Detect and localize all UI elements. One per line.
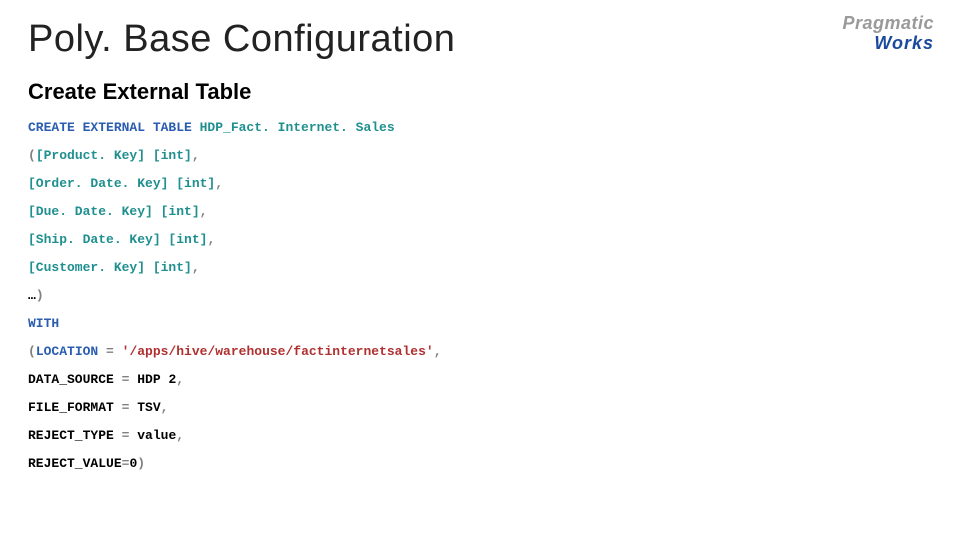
code-line: [Customer. Key] [int], — [28, 261, 932, 274]
sql-keyword: WITH — [28, 316, 59, 331]
code-line: ([Product. Key] [int], — [28, 149, 932, 162]
sql-eq: = — [98, 344, 121, 359]
sql-column: [Customer. Key] [int] — [28, 260, 192, 275]
sql-string: '/apps/hive/warehouse/factinternetsales' — [122, 344, 434, 359]
sql-column: [Order. Date. Key] [int] — [28, 176, 215, 191]
sql-paren: ) — [137, 456, 145, 471]
logo-line1: Pragmatic — [842, 14, 934, 32]
sql-comma: , — [192, 260, 200, 275]
code-line: [Due. Date. Key] [int], — [28, 205, 932, 218]
sql-identifier: HDP_Fact. Internet. Sales — [192, 120, 395, 135]
code-line: REJECT_TYPE = value, — [28, 429, 932, 442]
sql-eq: = — [114, 400, 137, 415]
sql-option: DATA_SOURCE — [28, 372, 114, 387]
brand-logo: Pragmatic Works — [842, 14, 934, 52]
code-block: CREATE EXTERNAL TABLE HDP_Fact. Internet… — [28, 121, 932, 470]
sql-comma: , — [215, 176, 223, 191]
sql-option: REJECT_TYPE — [28, 428, 114, 443]
code-line: (LOCATION = '/apps/hive/warehouse/factin… — [28, 345, 932, 358]
sql-comma: , — [161, 400, 169, 415]
sql-comma: , — [176, 372, 184, 387]
sql-comma: , — [176, 428, 184, 443]
sql-eq: = — [114, 428, 137, 443]
sql-paren: ( — [28, 148, 36, 163]
sql-value: TSV — [137, 400, 160, 415]
sql-eq: = — [114, 372, 137, 387]
sql-column: [Due. Date. Key] [int] — [28, 204, 200, 219]
sql-comma: , — [192, 148, 200, 163]
code-line: …) — [28, 289, 932, 302]
sql-column: [Ship. Date. Key] [int] — [28, 232, 207, 247]
sql-paren: ) — [36, 288, 44, 303]
sql-comma: , — [434, 344, 442, 359]
sql-option: REJECT_VALUE — [28, 456, 122, 471]
code-line: [Ship. Date. Key] [int], — [28, 233, 932, 246]
sql-paren: ( — [28, 344, 36, 359]
sql-comma: , — [207, 232, 215, 247]
page-title: Poly. Base Configuration — [28, 18, 932, 61]
sql-option: FILE_FORMAT — [28, 400, 114, 415]
code-line: DATA_SOURCE = HDP 2, — [28, 373, 932, 386]
section-subtitle: Create External Table — [28, 79, 932, 105]
code-line: WITH — [28, 317, 932, 330]
code-line: [Order. Date. Key] [int], — [28, 177, 932, 190]
sql-ellipsis: … — [28, 288, 36, 303]
code-line: REJECT_VALUE=0) — [28, 457, 932, 470]
code-line: CREATE EXTERNAL TABLE HDP_Fact. Internet… — [28, 121, 932, 134]
sql-comma: , — [200, 204, 208, 219]
sql-value: value — [137, 428, 176, 443]
sql-column: [Product. Key] [int] — [36, 148, 192, 163]
sql-option: LOCATION — [36, 344, 98, 359]
code-line: FILE_FORMAT = TSV, — [28, 401, 932, 414]
sql-keyword: CREATE EXTERNAL TABLE — [28, 120, 192, 135]
sql-value: HDP 2 — [137, 372, 176, 387]
slide: Pragmatic Works Poly. Base Configuration… — [0, 0, 960, 540]
logo-line2: Works — [842, 34, 934, 52]
